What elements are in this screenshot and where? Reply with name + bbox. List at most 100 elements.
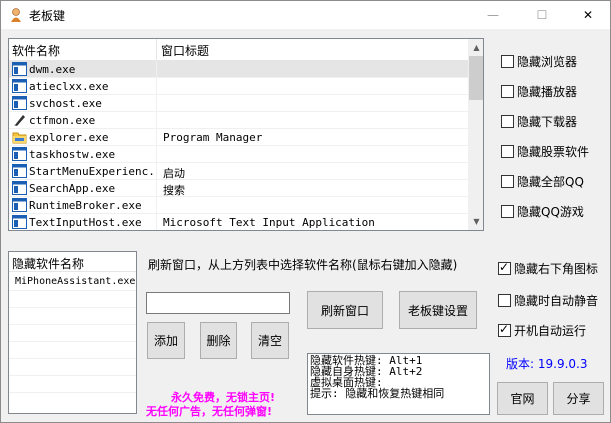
checkbox-label: 隐藏下载器 bbox=[517, 115, 578, 129]
process-name: RuntimeBroker.exe bbox=[29, 199, 142, 212]
process-row[interactable]: svchost.exe bbox=[9, 95, 468, 112]
process-row[interactable]: SearchApp.exe 搜索 bbox=[9, 180, 468, 197]
checkbox-label: 隐藏播放器 bbox=[517, 85, 578, 99]
process-window-title: 启动 bbox=[163, 167, 185, 180]
share-button[interactable]: 分享 bbox=[553, 382, 604, 415]
hide-all-qq-checkbox[interactable]: 隐藏全部QQ bbox=[501, 173, 584, 190]
process-window-title: Microsoft Text Input Application bbox=[163, 216, 375, 229]
hotkey-line: 提示: 隐藏和恢复热键相同 bbox=[310, 387, 445, 400]
row-line bbox=[9, 392, 136, 393]
process-name: ctfmon.exe bbox=[29, 114, 96, 127]
website-button[interactable]: 官网 bbox=[497, 382, 548, 415]
process-row[interactable]: ctfmon.exe bbox=[9, 112, 468, 129]
window-icon bbox=[12, 62, 27, 76]
checkbox-box[interactable] bbox=[501, 85, 514, 98]
instruction-text: 刷新窗口，从上方列表中选择软件名称(鼠标右键加入隐藏) bbox=[148, 258, 458, 272]
hide-tray-icon-checkbox[interactable]: 隐藏右下角图标 bbox=[498, 260, 598, 277]
delete-button[interactable]: 删除 bbox=[200, 322, 237, 359]
process-window-title: 搜索 bbox=[163, 184, 185, 197]
column-header-software-name[interactable]: 软件名称 bbox=[12, 42, 60, 59]
process-row[interactable]: RuntimeBroker.exe bbox=[9, 197, 468, 214]
scroll-down-arrow-icon[interactable]: ▼ bbox=[468, 213, 483, 230]
checkbox-box[interactable] bbox=[501, 145, 514, 158]
process-rows: dwm.exe atieclxx.exe svchost.exe ctfmon.exe… bbox=[9, 61, 468, 230]
hidden-list-header: 隐藏软件名称 bbox=[9, 252, 136, 272]
auto-mute-checkbox[interactable]: 隐藏时自动静音 bbox=[498, 292, 598, 309]
process-name: svchost.exe bbox=[29, 97, 102, 110]
scroll-up-arrow-icon[interactable]: ▲ bbox=[468, 39, 483, 56]
window-icon bbox=[12, 96, 27, 110]
refresh-window-button[interactable]: 刷新窗口 bbox=[307, 291, 383, 329]
process-row[interactable]: StartMenuExperienc... 启动 bbox=[9, 163, 468, 180]
promo-no-ads-text: 无任何广告，无任何弹窗! bbox=[146, 405, 273, 418]
hide-browser-checkbox[interactable]: 隐藏浏览器 bbox=[501, 53, 577, 70]
row-line bbox=[9, 358, 136, 359]
process-name: taskhostw.exe bbox=[29, 148, 116, 161]
hidden-software-list[interactable]: 隐藏软件名称 MiPhoneAssistant.exe bbox=[8, 251, 137, 414]
hide-qq-game-checkbox[interactable]: 隐藏QQ游戏 bbox=[501, 203, 584, 220]
autostart-checkbox[interactable]: 开机自动运行 bbox=[498, 322, 586, 339]
row-line bbox=[9, 290, 136, 291]
checkbox-label: 隐藏时自动静音 bbox=[514, 294, 599, 308]
window-title: 老板键 bbox=[29, 9, 66, 23]
checkbox-box[interactable] bbox=[501, 115, 514, 128]
row-line bbox=[9, 324, 136, 325]
hide-downloader-checkbox[interactable]: 隐藏下载器 bbox=[501, 113, 577, 130]
checkbox-box[interactable] bbox=[498, 322, 511, 337]
process-row[interactable]: atieclxx.exe bbox=[9, 78, 468, 95]
checkbox-label: 隐藏浏览器 bbox=[517, 55, 578, 69]
title-bar[interactable]: 老板键 — ☐ ✕ bbox=[1, 1, 610, 29]
pen-icon bbox=[12, 113, 27, 127]
scroll-thumb[interactable] bbox=[469, 56, 483, 100]
process-name: SearchApp.exe bbox=[29, 182, 116, 195]
window-icon bbox=[12, 79, 27, 93]
software-name-input[interactable] bbox=[146, 292, 290, 314]
window-icon bbox=[12, 147, 27, 161]
process-name: atieclxx.exe bbox=[29, 80, 109, 93]
boss-key-settings-button[interactable]: 老板键设置 bbox=[399, 291, 477, 329]
process-name: TextInputHost.exe bbox=[29, 216, 142, 229]
column-header-window-title[interactable]: 窗口标题 bbox=[161, 42, 209, 59]
hide-stock-software-checkbox[interactable]: 隐藏股票软件 bbox=[501, 143, 589, 160]
process-list-header: 软件名称 窗口标题 bbox=[9, 39, 468, 61]
checkbox-box[interactable] bbox=[501, 175, 514, 188]
checkbox-label: 隐藏QQ游戏 bbox=[517, 205, 584, 219]
window-icon bbox=[12, 215, 27, 229]
checkbox-label: 隐藏右下角图标 bbox=[514, 262, 599, 276]
checkbox-label: 开机自动运行 bbox=[514, 324, 587, 338]
process-row[interactable]: explorer.exe Program Manager bbox=[9, 129, 468, 146]
minimize-button[interactable]: — bbox=[470, 1, 516, 29]
main-window: 老板键 — ☐ ✕ 软件名称 窗口标题 dwm.exe atieclxx.exe s… bbox=[0, 0, 611, 423]
checkbox-label: 隐藏全部QQ bbox=[517, 175, 584, 189]
window-icon bbox=[12, 198, 27, 212]
process-row[interactable]: TextInputHost.exe Microsoft Text Input Ap… bbox=[9, 214, 468, 230]
maximize-button[interactable]: ☐ bbox=[519, 1, 565, 29]
hide-player-checkbox[interactable]: 隐藏播放器 bbox=[501, 83, 577, 100]
boss-key-app-icon bbox=[11, 8, 21, 22]
process-list[interactable]: 软件名称 窗口标题 dwm.exe atieclxx.exe svchost.exe… bbox=[8, 38, 484, 231]
process-name: explorer.exe bbox=[29, 131, 109, 144]
column-line bbox=[156, 61, 157, 230]
checkbox-box[interactable] bbox=[501, 55, 514, 68]
process-name: dwm.exe bbox=[29, 63, 76, 76]
hotkey-info-box[interactable]: 隐藏软件热键: Alt+1 隐藏自身热键: Alt+2 虚拟桌面热键: 提示: … bbox=[307, 353, 490, 415]
process-list-scrollbar[interactable]: ▲ ▼ bbox=[468, 39, 483, 230]
checkbox-box[interactable] bbox=[498, 294, 511, 307]
process-row[interactable]: taskhostw.exe bbox=[9, 146, 468, 163]
column-divider[interactable] bbox=[156, 39, 157, 61]
close-button[interactable]: ✕ bbox=[565, 1, 611, 29]
process-window-title: Program Manager bbox=[163, 131, 263, 144]
clear-button[interactable]: 清空 bbox=[251, 322, 289, 359]
version-label: 版本: 19.9.0.3 bbox=[506, 357, 588, 371]
folder-icon bbox=[12, 130, 27, 144]
process-name: StartMenuExperienc... bbox=[29, 165, 156, 178]
process-row[interactable]: dwm.exe bbox=[9, 61, 468, 78]
hidden-list-item[interactable]: MiPhoneAssistant.exe bbox=[9, 273, 136, 290]
add-button[interactable]: 添加 bbox=[147, 322, 185, 359]
window-icon bbox=[12, 181, 27, 195]
checkbox-label: 隐藏股票软件 bbox=[517, 145, 590, 159]
checkbox-box[interactable] bbox=[498, 260, 511, 275]
checkbox-box[interactable] bbox=[501, 205, 514, 218]
row-line bbox=[9, 307, 136, 308]
window-icon bbox=[12, 164, 27, 178]
